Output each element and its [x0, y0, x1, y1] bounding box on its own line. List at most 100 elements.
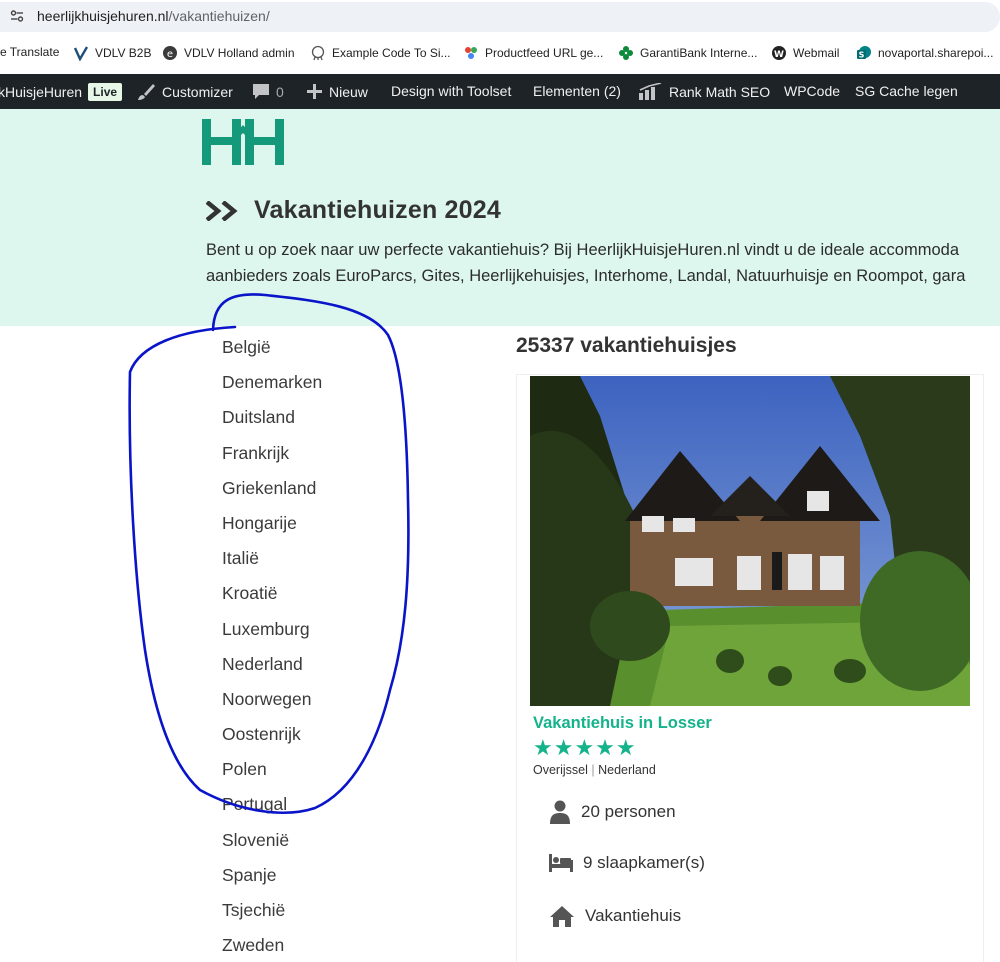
country-link[interactable]: Zweden [222, 931, 322, 962]
country-list: België Denemarken Duitsland Frankrijk Gr… [222, 333, 322, 962]
country-link[interactable]: Italië [222, 544, 322, 579]
bookmark-label: Webmail [793, 46, 840, 60]
intro-line-2: aanbieders zoals EuroParcs, Gites, Heerl… [206, 267, 966, 285]
url-text[interactable]: heerlijkhuisjehuren.nl/vakantiehuizen/ [37, 8, 270, 24]
country-link[interactable]: Kroatië [222, 579, 322, 614]
octocat-icon [311, 45, 325, 61]
admin-customizer[interactable]: Customizer [136, 83, 233, 101]
admin-elements[interactable]: Elementen (2) [533, 83, 621, 99]
feature-type: Vakantiehuis [549, 905, 681, 927]
country-link[interactable]: Denemarken [222, 368, 322, 403]
browser-address-bar: heerlijkhuisjehuren.nl/vakantiehuizen/ [0, 0, 1000, 34]
bookmark-label: GarantiBank Interne... [640, 46, 758, 60]
comments-count: 0 [276, 83, 284, 100]
country-link[interactable]: Duitsland [222, 403, 322, 438]
feed-icon [465, 47, 477, 59]
listing-province: Overijssel [533, 763, 588, 777]
country-link[interactable]: Hongarije [222, 509, 322, 544]
url-path: /vakantiehuizen/ [168, 8, 270, 24]
listing-card[interactable]: Vakantiehuis in Losser ★★★★★ Overijssel … [516, 374, 984, 962]
admin-site-name[interactable]: kHuisjeHuren Live [0, 83, 123, 101]
country-link[interactable]: Luxemburg [222, 615, 322, 650]
house-icon [550, 906, 574, 927]
page-title: Vakantiehuizen 2024 [254, 196, 501, 224]
paintbrush-icon [138, 84, 155, 100]
star-rating: ★★★★★ [533, 735, 637, 760]
listing-country: Nederland [598, 763, 656, 777]
toolset-label: Design with Toolset [391, 83, 512, 99]
cache-label: SG Cache legen [855, 83, 958, 99]
country-link[interactable]: Polen [222, 755, 322, 790]
bookmark-label: VDLV Holland admin [184, 46, 295, 60]
rank-math-icon [639, 83, 662, 100]
live-badge: Live [88, 83, 123, 101]
bookmark-label: e Translate [0, 45, 60, 59]
page-hero: Vakantiehuizen 2024 Bent u op zoek naar … [0, 109, 1000, 326]
bookmark-vdlv-holland-admin[interactable]: e VDLV Holland admin [162, 45, 295, 61]
comment-bubble-icon [253, 84, 269, 99]
admin-toolset[interactable]: Design with Toolset [391, 83, 511, 99]
bed-icon [549, 854, 573, 872]
plus-icon [307, 84, 322, 99]
country-link[interactable]: Frankrijk [222, 439, 322, 474]
listing-photo[interactable] [530, 376, 970, 706]
location-separator: | [591, 763, 595, 777]
site-settings-icon[interactable] [10, 9, 24, 23]
country-link[interactable]: Nederland [222, 650, 322, 685]
wp-admin-bar: kHuisjeHuren Live Customizer 0 Nieuw Des… [0, 74, 1000, 109]
site-logo[interactable] [202, 119, 284, 165]
admin-new[interactable]: Nieuw [306, 83, 368, 100]
country-link[interactable]: Portugal [222, 790, 322, 825]
admin-comments[interactable]: 0 [252, 83, 284, 100]
country-link[interactable]: Griekenland [222, 474, 322, 509]
bookmark-label: novaportal.sharepoi... [878, 46, 994, 60]
bookmark-label: VDLV B2B [95, 46, 152, 60]
intro-text: Bent u op zoek naar uw perfecte vakantie… [206, 237, 1000, 289]
sharepoint-icon: S [857, 46, 871, 60]
new-label: Nieuw [329, 83, 368, 100]
person-icon [550, 800, 570, 824]
country-link[interactable]: België [222, 333, 322, 368]
bookmarks-bar: e Translate VDLV B2B e VDLV Holland admi… [0, 38, 1000, 68]
wordpress-icon: W [772, 46, 786, 60]
country-link[interactable]: Oostenrijk [222, 720, 322, 755]
customizer-label: Customizer [162, 84, 233, 100]
admin-rankmath[interactable]: Rank Math SEO [637, 83, 770, 101]
type-label: Vakantiehuis [585, 906, 682, 925]
bookmark-translate[interactable]: e Translate [0, 45, 59, 59]
feature-bedrooms: 9 slaapkamer(s) [549, 853, 705, 873]
admin-cache[interactable]: SG Cache legen [855, 83, 958, 99]
listing-location: Overijssel | Nederland [533, 763, 656, 777]
double-chevron-icon [206, 201, 238, 221]
bookmark-example-code[interactable]: Example Code To Si... [310, 45, 451, 61]
vdlv-icon [73, 46, 89, 61]
vdlv-e-icon: e [163, 46, 177, 60]
bookmark-garantibank[interactable]: GarantiBank Interne... [618, 45, 757, 61]
bookmark-label: Productfeed URL ge... [485, 46, 604, 60]
admin-wpcode[interactable]: WPCode [784, 83, 840, 99]
country-link[interactable]: Tsjechië [222, 896, 322, 931]
svg-text:e: e [167, 49, 173, 60]
bookmark-label: Example Code To Si... [332, 46, 451, 60]
clover-icon [619, 46, 633, 60]
intro-line-1: Bent u op zoek naar uw perfecte vakantie… [206, 241, 959, 259]
site-name-label: kHuisjeHuren [0, 84, 83, 100]
rankmath-label: Rank Math SEO [669, 84, 771, 100]
bookmark-novaportal[interactable]: S novaportal.sharepoi... [856, 45, 993, 61]
bookmark-productfeed[interactable]: Productfeed URL ge... [463, 45, 603, 61]
persons-label: 20 personen [581, 802, 676, 821]
listing-title[interactable]: Vakantiehuis in Losser [533, 714, 712, 733]
bookmark-webmail[interactable]: W Webmail [771, 45, 839, 61]
elements-label: Elementen (2) [533, 83, 621, 99]
svg-text:W: W [774, 50, 784, 60]
feature-persons: 20 personen [549, 800, 676, 824]
svg-text:S: S [859, 51, 865, 60]
country-link[interactable]: Spanje [222, 861, 322, 896]
country-link[interactable]: Noorwegen [222, 685, 322, 720]
url-domain: heerlijkhuisjehuren.nl [37, 8, 169, 24]
wpcode-label: WPCode [784, 83, 841, 99]
bedrooms-label: 9 slaapkamer(s) [583, 853, 705, 872]
result-count: 25337 vakantiehuisjes [516, 334, 737, 357]
country-link[interactable]: Slovenië [222, 826, 322, 861]
bookmark-vdlv-b2b[interactable]: VDLV B2B [73, 45, 151, 61]
